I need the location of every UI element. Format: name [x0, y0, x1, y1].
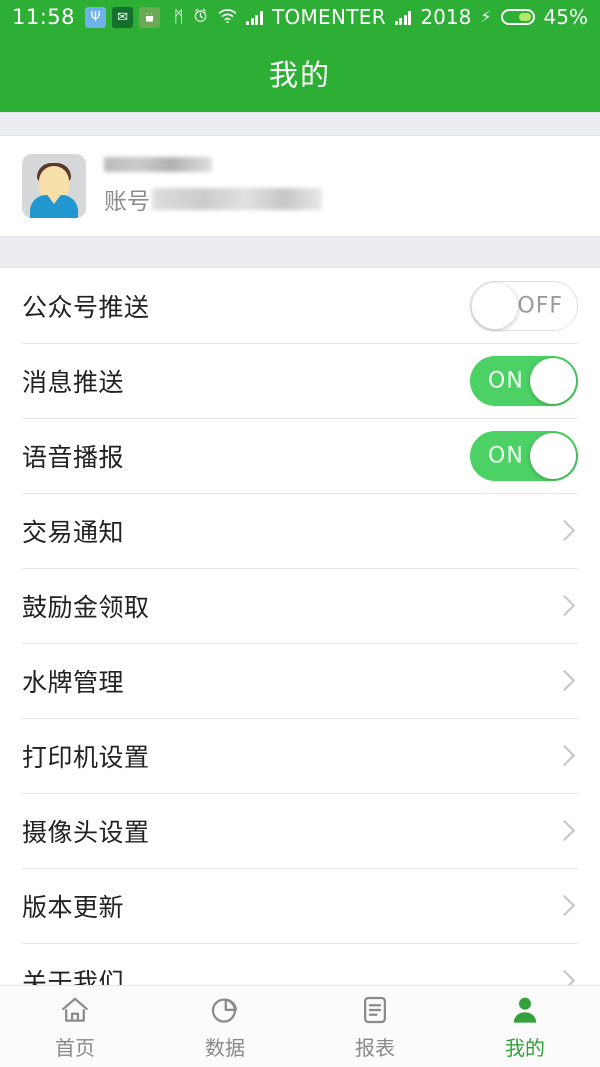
toggle-message-push[interactable]: ON — [470, 355, 578, 406]
tab-label: 我的 — [505, 1035, 545, 1060]
row-control — [553, 819, 578, 842]
status-left-icons: Ψ ✉ — [85, 6, 161, 28]
alarm-icon — [192, 7, 209, 27]
row-control — [553, 894, 578, 917]
toggle-official-account-push[interactable]: OFF — [470, 280, 578, 331]
account-row: 账号 — [104, 182, 322, 216]
scroll-content[interactable]: 账号 公众号推送 OFF 消息推送 ON 语音播报 ON 交易通知 鼓励金领取 … — [0, 112, 600, 985]
chevron-right-icon — [553, 894, 576, 917]
setting-row-about-us[interactable]: 关于我们 — [0, 943, 600, 985]
person-icon — [508, 993, 542, 1027]
account-label: 账号 — [104, 188, 150, 215]
setting-row-version-update[interactable]: 版本更新 — [0, 868, 600, 943]
setting-row-transaction-notice[interactable]: 交易通知 — [0, 493, 600, 568]
chevron-right-icon — [553, 969, 576, 985]
mail-icon: ✉ — [112, 6, 134, 28]
row-control — [553, 519, 578, 542]
row-control — [553, 744, 578, 767]
usb-icon: Ψ — [85, 6, 107, 28]
signal-icon-2 — [394, 10, 412, 25]
setting-row-official-account-push[interactable]: 公众号推送 OFF — [0, 268, 600, 343]
chevron-right-icon — [553, 744, 576, 767]
wifi-icon — [218, 8, 237, 27]
app-screen: 11:58 Ψ ✉ ᛗ TOMENTER 2018 ⚡ 45% 我的 账号 公众… — [0, 0, 600, 1067]
section-gap-top — [0, 112, 600, 136]
profile-row[interactable]: 账号 — [0, 136, 600, 236]
row-control — [553, 669, 578, 692]
settings-list: 公众号推送 OFF 消息推送 ON 语音播报 ON 交易通知 鼓励金领取 水牌管… — [0, 268, 600, 985]
tab-label: 报表 — [355, 1035, 395, 1060]
row-label: 鼓励金领取 — [22, 592, 150, 622]
row-label: 公众号推送 — [22, 292, 150, 322]
row-label: 版本更新 — [22, 892, 125, 922]
row-label: 消息推送 — [22, 367, 125, 397]
carrier-name: TOMENTER — [271, 5, 386, 29]
tab-data[interactable]: 数据 — [150, 986, 300, 1067]
row-label: 摄像头设置 — [22, 817, 150, 847]
status-right-icons: ᛗ TOMENTER 2018 ⚡ 45% — [174, 5, 588, 29]
battery-percent: 45% — [543, 5, 588, 29]
profile-text: 账号 — [104, 156, 322, 216]
status-year: 2018 — [420, 5, 472, 29]
bottom-tab-bar: 首页 数据 报表 我的 — [0, 985, 600, 1067]
row-control: ON — [470, 430, 578, 481]
setting-row-encourage-fund[interactable]: 鼓励金领取 — [0, 568, 600, 643]
setting-row-water-sign-management[interactable]: 水牌管理 — [0, 643, 600, 718]
pie-chart-icon — [208, 993, 242, 1027]
signal-icon-1 — [246, 10, 263, 25]
setting-row-voice-broadcast[interactable]: 语音播报 ON — [0, 418, 600, 493]
status-bar: 11:58 Ψ ✉ ᛗ TOMENTER 2018 ⚡ 45% — [0, 0, 600, 34]
tab-report[interactable]: 报表 — [300, 986, 450, 1067]
status-clock: 11:58 — [12, 5, 76, 29]
chevron-right-icon — [553, 819, 576, 842]
setting-row-printer-settings[interactable]: 打印机设置 — [0, 718, 600, 793]
home-icon — [58, 993, 92, 1027]
row-label: 语音播报 — [22, 442, 125, 472]
setting-row-message-push[interactable]: 消息推送 ON — [0, 343, 600, 418]
page-title: 我的 — [268, 58, 331, 92]
profile-name-masked — [104, 156, 212, 172]
chevron-right-icon — [553, 519, 576, 542]
setting-row-camera-settings[interactable]: 摄像头设置 — [0, 793, 600, 868]
toggle-state-label: ON — [488, 368, 524, 393]
android-icon — [139, 6, 161, 28]
section-gap-middle — [0, 236, 600, 268]
toggle-knob — [530, 432, 576, 479]
row-control: ON — [470, 355, 578, 406]
title-bar: 我的 — [0, 34, 600, 112]
row-label: 打印机设置 — [22, 742, 150, 772]
bluetooth-icon: ᛗ — [173, 7, 184, 26]
tab-mine[interactable]: 我的 — [450, 986, 600, 1067]
account-value-masked — [152, 187, 322, 210]
toggle-voice-broadcast[interactable]: ON — [470, 430, 578, 481]
row-label: 交易通知 — [22, 517, 125, 547]
tab-label: 数据 — [205, 1035, 245, 1060]
toggle-state-label: ON — [488, 443, 524, 468]
avatar — [22, 154, 86, 218]
toggle-state-label: OFF — [517, 293, 563, 318]
row-control: OFF — [470, 280, 578, 331]
tab-home[interactable]: 首页 — [0, 986, 150, 1067]
toggle-knob — [530, 357, 576, 404]
tab-label: 首页 — [55, 1035, 95, 1060]
row-control — [553, 594, 578, 617]
battery-icon — [500, 9, 535, 25]
row-label: 水牌管理 — [22, 667, 125, 697]
charging-bolt-icon: ⚡ — [480, 7, 492, 26]
toggle-knob — [472, 282, 518, 329]
row-control — [553, 969, 578, 985]
chevron-right-icon — [553, 594, 576, 617]
row-label: 关于我们 — [22, 967, 125, 986]
chevron-right-icon — [553, 669, 576, 692]
report-icon — [358, 993, 392, 1027]
